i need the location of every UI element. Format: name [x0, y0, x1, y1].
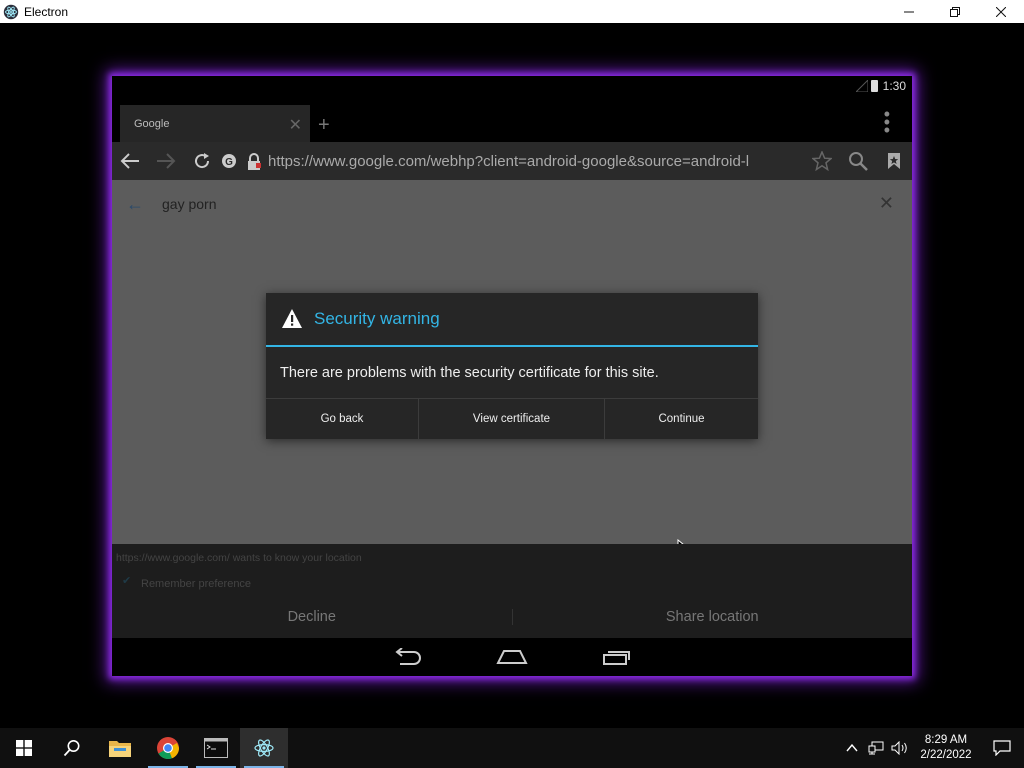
windows-start-icon — [16, 740, 32, 756]
infobar-buttons: Decline Share location — [112, 601, 912, 633]
nav-home-button[interactable] — [460, 638, 565, 676]
clear-search-icon[interactable]: ✕ — [879, 193, 894, 214]
show-hidden-icons-button[interactable] — [840, 728, 864, 768]
google-search-bar: ← gay porn ✕ — [112, 180, 912, 228]
lock-icon — [244, 151, 264, 171]
remember-checkbox[interactable]: ✔ — [122, 574, 131, 587]
minimize-icon — [904, 11, 914, 12]
restore-button[interactable] — [932, 0, 978, 23]
chrome-icon — [157, 737, 180, 760]
signal-icon — [855, 80, 868, 92]
system-tray: 8:29 AM 2/22/2022 — [840, 728, 1024, 768]
network-button[interactable] — [864, 728, 888, 768]
url-bar[interactable]: https://www.google.com/webhp?client=andr… — [268, 153, 804, 170]
taskbar-search-button[interactable] — [48, 728, 96, 768]
bookmarks-button[interactable] — [876, 142, 912, 180]
minimize-button[interactable] — [886, 0, 932, 23]
window-title: Electron — [24, 4, 69, 19]
windows-taskbar: 8:29 AM 2/22/2022 — [0, 728, 1024, 768]
status-clock: 1:30 — [882, 79, 906, 93]
electron-app-icon — [3, 4, 19, 20]
infobar-message: https://www.google.com/ wants to know yo… — [116, 552, 362, 564]
electron-taskbar-button[interactable] — [240, 728, 288, 768]
bookmarks-icon — [888, 153, 900, 169]
volume-button[interactable] — [888, 728, 912, 768]
view-certificate-button[interactable]: View certificate — [419, 399, 605, 439]
dialog-message: There are problems with the security cer… — [280, 365, 659, 381]
window-titlebar: Electron — [0, 0, 1024, 23]
tab-close-icon[interactable]: ✕ — [289, 115, 302, 135]
close-button[interactable] — [978, 0, 1024, 23]
share-location-button[interactable]: Share location — [513, 601, 913, 633]
nav-recents-button[interactable] — [565, 638, 670, 676]
forward-button[interactable] — [148, 142, 184, 180]
clock-date: 2/22/2022 — [920, 749, 972, 761]
star-icon — [812, 151, 832, 171]
battery-icon — [870, 80, 878, 92]
dialog-header: Security warning — [266, 293, 758, 347]
terminal-icon — [204, 738, 228, 758]
search-button[interactable] — [840, 142, 876, 180]
browser-tab-strip: Google ✕ + • • • — [112, 96, 912, 142]
search-back-icon[interactable]: ← — [126, 194, 144, 215]
security-warning-dialog: Security warning There are problems with… — [266, 293, 758, 439]
speaker-icon — [891, 741, 907, 755]
network-icon — [868, 741, 884, 755]
nav-back-button[interactable] — [355, 638, 460, 676]
start-button[interactable] — [0, 728, 48, 768]
web-page-area: ← gay porn ✕ Security warning There are … — [112, 180, 912, 559]
close-icon — [996, 6, 1006, 17]
chevron-up-icon — [846, 744, 858, 752]
android-navigation-bar — [112, 638, 912, 676]
nav-home-icon — [496, 650, 528, 664]
taskbar-clock[interactable]: 8:29 AM 2/22/2022 — [912, 733, 980, 763]
new-tab-button[interactable]: + — [318, 114, 330, 137]
terminal-taskbar-button[interactable] — [192, 728, 240, 768]
dialog-button-bar: Go back View certificate Continue — [266, 398, 758, 439]
clock-time: 8:29 AM — [924, 734, 968, 746]
search-icon — [63, 740, 80, 757]
svg-text:G: G — [225, 157, 233, 168]
back-arrow-icon — [120, 153, 139, 169]
magnifier-icon — [849, 152, 868, 171]
restore-icon — [950, 6, 960, 17]
decline-button[interactable]: Decline — [112, 601, 512, 633]
file-explorer-button[interactable] — [96, 728, 144, 768]
forward-arrow-icon — [157, 153, 176, 169]
reload-button[interactable] — [184, 142, 220, 180]
bookmark-star-button[interactable] — [804, 142, 840, 180]
go-back-button[interactable]: Go back — [266, 399, 419, 439]
action-center-button[interactable] — [980, 728, 1024, 768]
google-favicon: G — [220, 152, 238, 170]
nav-back-icon — [395, 648, 421, 665]
warning-icon — [282, 309, 302, 328]
notification-icon — [993, 740, 1011, 756]
location-permission-infobar: https://www.google.com/ wants to know yo… — [112, 544, 912, 638]
electron-icon — [254, 739, 274, 757]
back-button[interactable] — [112, 142, 148, 180]
browser-tab[interactable]: Google ✕ — [120, 105, 310, 142]
android-emulator-screen: 1:30 Google ✕ + • • • G https://www.google… — [112, 76, 912, 676]
file-explorer-icon — [109, 741, 131, 757]
remember-preference-label: Remember preference — [141, 578, 252, 590]
android-status-bar: 1:30 — [112, 76, 912, 96]
search-query-input[interactable]: gay porn — [162, 196, 216, 212]
reload-icon — [195, 153, 210, 169]
chrome-taskbar-button[interactable] — [144, 728, 192, 768]
dialog-title: Security warning — [314, 309, 440, 328]
continue-button[interactable]: Continue — [605, 399, 758, 439]
overflow-menu-icon[interactable]: • • • — [884, 105, 890, 139]
tab-title: Google — [134, 117, 170, 130]
browser-toolbar: G https://www.google.com/webhp?client=an… — [112, 142, 912, 180]
nav-recents-icon — [603, 651, 630, 665]
